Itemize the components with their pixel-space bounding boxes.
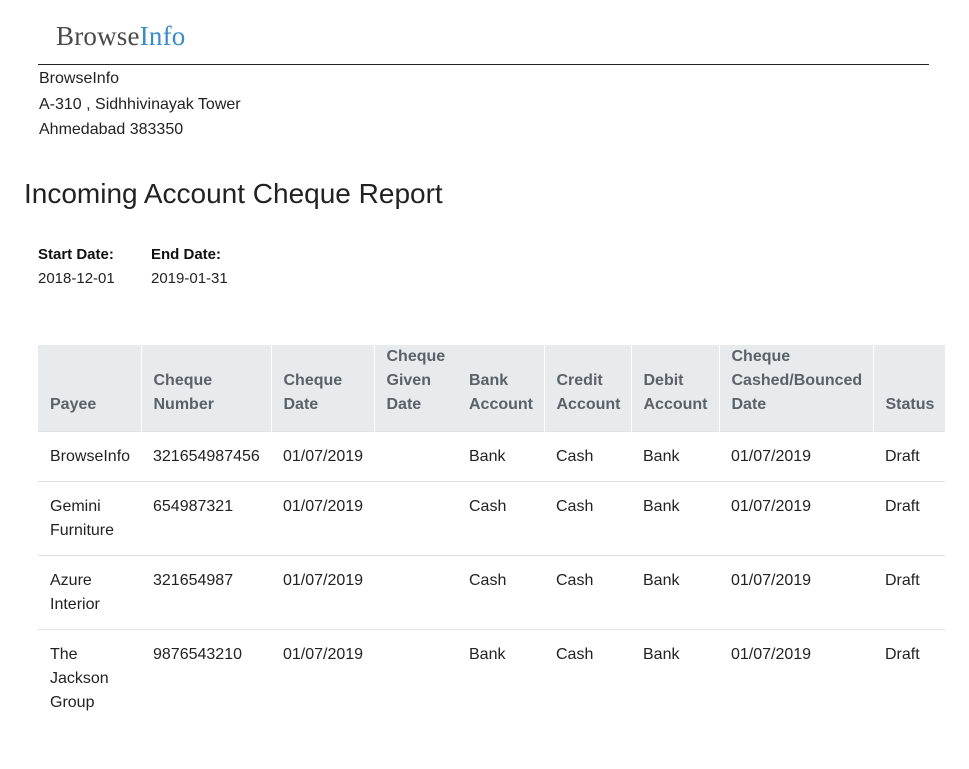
header-divider	[38, 64, 929, 65]
table-row: Azure Interior 321654987 01/07/2019 Cash…	[38, 555, 945, 630]
cell-cheque-number: 9876543210	[141, 629, 271, 724]
header-payee: Payee	[38, 345, 141, 432]
address-line-1: A-310 , Sidhhivinayak Tower	[39, 95, 241, 113]
cell-cheque-number: 654987321	[141, 481, 271, 556]
logo-browse-text: Browse	[56, 21, 140, 51]
company-logo: BrowseInfo	[56, 20, 186, 52]
cell-debit-account: Bank	[631, 431, 719, 482]
cell-payee: BrowseInfo	[38, 431, 141, 482]
cell-cashed-bounced-date: 01/07/2019	[719, 431, 873, 482]
cell-status: Draft	[873, 555, 945, 630]
cell-cashed-bounced-date: 01/07/2019	[719, 629, 873, 724]
header-cheque-number: Cheque Number	[140, 345, 271, 432]
cell-cheque-given-date	[374, 481, 457, 556]
company-name: BrowseInfo	[39, 70, 120, 87]
end-date-block: End Date: 2019-01-31	[151, 243, 228, 291]
cell-debit-account: Bank	[631, 555, 719, 630]
header-debit-account: Debit Account	[630, 345, 719, 432]
header-cashed-bounced-date: Cheque Cashed/Bounced Date	[718, 345, 873, 432]
cell-payee: Azure Interior	[38, 555, 141, 630]
header-bank-account: Bank Account	[457, 345, 544, 432]
cell-bank-account: Cash	[457, 555, 544, 630]
company-address: BrowseInfo A-310 , Sidhhivinayak Tower A…	[39, 66, 241, 143]
cell-cheque-date: 01/07/2019	[271, 481, 374, 556]
end-date-value: 2019-01-31	[151, 270, 228, 287]
cell-status: Draft	[873, 629, 945, 724]
cell-status: Draft	[873, 481, 945, 556]
header-credit-account: Credit Account	[543, 345, 631, 432]
cheque-report-table: Payee Cheque Number Cheque Date Cheque G…	[38, 345, 945, 724]
header-cheque-date: Cheque Date	[270, 345, 374, 432]
cell-debit-account: Bank	[631, 629, 719, 724]
cell-debit-account: Bank	[631, 481, 719, 556]
end-date-label: End Date:	[151, 246, 222, 263]
report-title: Incoming Account Cheque Report	[24, 178, 443, 209]
cell-cheque-number: 321654987456	[141, 431, 271, 482]
cell-credit-account: Cash	[544, 555, 631, 630]
cell-payee: Gemini Furniture	[38, 481, 141, 556]
address-line-2: Ahmedabad 383350	[39, 121, 184, 138]
cell-cheque-date: 01/07/2019	[271, 431, 374, 482]
start-date-value: 2018-12-01	[38, 270, 115, 287]
cell-bank-account: Bank	[457, 629, 544, 724]
cell-cheque-given-date	[374, 431, 457, 482]
table-row: BrowseInfo 321654987456 01/07/2019 Bank …	[38, 431, 945, 482]
table-row: The Jackson Group 9876543210 01/07/2019 …	[38, 629, 945, 724]
cell-bank-account: Bank	[457, 431, 544, 482]
table-header-row: Payee Cheque Number Cheque Date Cheque G…	[38, 345, 945, 432]
cell-cheque-given-date	[374, 555, 457, 630]
cell-credit-account: Cash	[544, 481, 631, 556]
header-cheque-given-date: Cheque Given Date	[373, 345, 457, 432]
cell-cheque-date: 01/07/2019	[271, 629, 374, 724]
cell-status: Draft	[873, 431, 945, 482]
logo-info-text: Info	[139, 21, 186, 51]
cell-cashed-bounced-date: 01/07/2019	[719, 555, 873, 630]
cell-cheque-number: 321654987	[141, 555, 271, 630]
cell-cheque-date: 01/07/2019	[271, 555, 374, 630]
cell-credit-account: Cash	[544, 431, 631, 482]
start-date-block: Start Date: 2018-12-01	[38, 243, 115, 291]
cell-payee: The Jackson Group	[38, 629, 141, 724]
cell-credit-account: Cash	[544, 629, 631, 724]
table-row: Gemini Furniture 654987321 01/07/2019 Ca…	[38, 481, 945, 556]
start-date-label: Start Date:	[38, 246, 114, 263]
cell-bank-account: Cash	[457, 481, 544, 556]
cell-cheque-given-date	[374, 629, 457, 724]
header-status: Status	[872, 345, 945, 432]
cell-cashed-bounced-date: 01/07/2019	[719, 481, 873, 556]
